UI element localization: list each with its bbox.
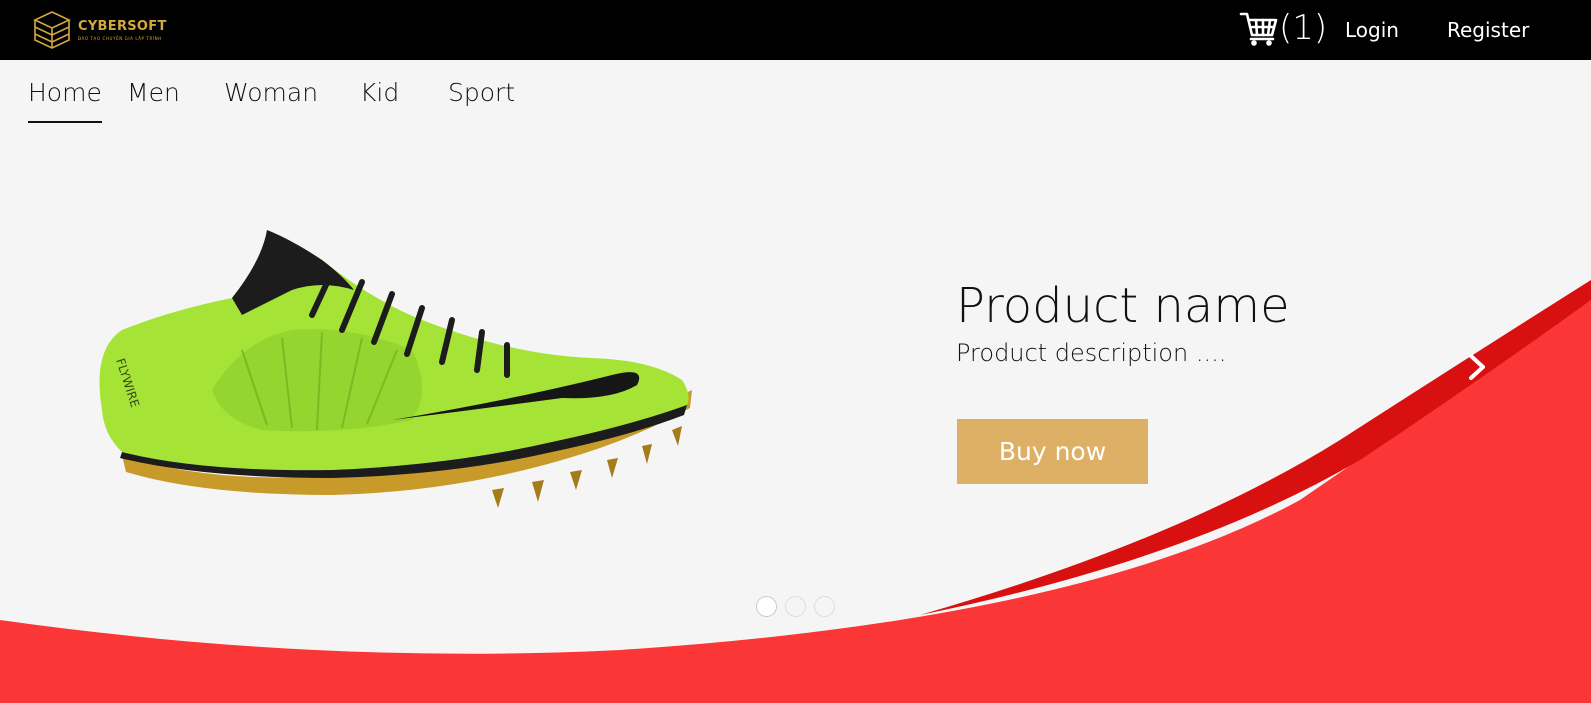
chevron-right-icon[interactable] [1465, 352, 1489, 382]
category-nav: Home Men Woman Kid Sport [0, 60, 1591, 130]
carousel-indicators [756, 596, 835, 617]
cart-count: (1) [1279, 8, 1328, 48]
carousel-dot-2[interactable] [785, 596, 806, 617]
register-link[interactable]: Register [1447, 18, 1529, 42]
product-name: Product name [956, 278, 1290, 334]
nav-item-kid[interactable]: Kid [360, 78, 399, 108]
product-description: Product description .... [956, 339, 1227, 367]
top-header: CYBERSOFT ĐÀO TẠO CHUYÊN GIA LẬP TRÌNH (… [0, 0, 1591, 60]
login-link[interactable]: Login [1345, 18, 1399, 42]
brand-tagline: ĐÀO TẠO CHUYÊN GIA LẬP TRÌNH [78, 36, 162, 41]
carousel-dot-1[interactable] [756, 596, 777, 617]
nav-item-sport[interactable]: Sport [448, 78, 515, 108]
shopping-cart-icon [1239, 12, 1278, 46]
nav-item-home[interactable]: Home [28, 78, 102, 123]
nav-item-men[interactable]: Men [127, 78, 180, 108]
cart-button[interactable]: (1) [1239, 8, 1327, 48]
brand-name: CYBERSOFT [78, 19, 167, 34]
nav-item-woman[interactable]: Woman [224, 78, 318, 108]
carousel-dot-3[interactable] [814, 596, 835, 617]
product-shoe-image: FLYWIRE [99, 230, 692, 508]
brand-logo[interactable]: CYBERSOFT ĐÀO TẠO CHUYÊN GIA LẬP TRÌNH [32, 9, 167, 51]
cube-logo-icon [33, 11, 71, 49]
buy-now-button[interactable]: Buy now [957, 419, 1148, 484]
